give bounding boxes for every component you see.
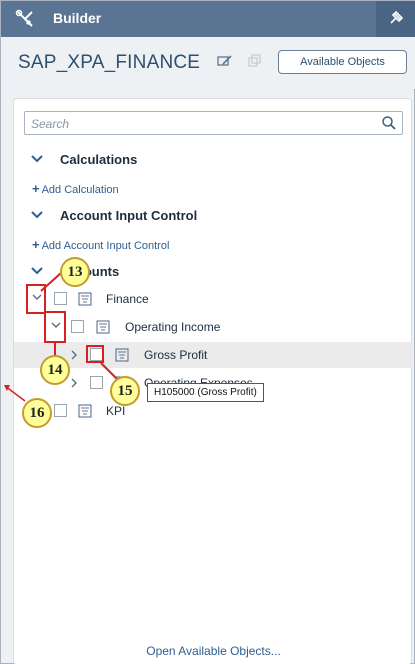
builder-top-bar: Builder	[1, 1, 415, 37]
plus-icon: +	[32, 181, 40, 196]
tree-label: Finance	[106, 292, 149, 306]
objects-panel: Search Calculations + Add Calculation Acc…	[13, 98, 413, 664]
wrench-screwdriver-icon[interactable]	[15, 9, 35, 29]
chevron-down-icon[interactable]	[31, 211, 43, 219]
add-account-input-control-link[interactable]: + Add Account Input Control	[32, 237, 169, 252]
chevron-down-icon[interactable]	[31, 155, 43, 163]
highlight-box-15	[86, 345, 104, 363]
chevron-right-icon[interactable]	[71, 350, 78, 360]
search-icon[interactable]	[381, 115, 397, 131]
section-account-input-control[interactable]: Account Input Control	[14, 204, 413, 228]
checkbox[interactable]	[54, 404, 67, 417]
checkbox[interactable]	[90, 376, 103, 389]
builder-title: Builder	[53, 10, 102, 26]
tree-label: Operating Income	[125, 320, 221, 334]
copy-icon[interactable]	[248, 54, 262, 68]
hierarchy-icon	[78, 292, 92, 306]
callout-14: 14	[40, 355, 70, 385]
hierarchy-icon	[78, 404, 92, 418]
add-calculation-link[interactable]: + Add Calculation	[32, 181, 119, 196]
tree-row-gross-profit[interactable]: Gross Profit	[14, 342, 413, 368]
tree-label: KPI	[106, 404, 126, 418]
builder-panel-frame: Builder SAP_XPA_FINANCE Available Object…	[0, 0, 415, 664]
tree-label: Gross Profit	[144, 348, 208, 362]
add-calculation-label: Add Calculation	[41, 184, 119, 196]
open-available-objects-link[interactable]: Open Available Objects...	[14, 644, 413, 658]
add-account-input-control-label: Add Account Input Control	[41, 240, 170, 252]
edit-model-icon[interactable]	[217, 54, 233, 68]
hierarchy-icon	[115, 348, 129, 362]
account-tooltip: H105000 (Gross Profit)	[147, 383, 264, 402]
section-calculations[interactable]: Calculations	[14, 148, 413, 172]
callout-15: 15	[110, 376, 140, 406]
pin-button[interactable]	[376, 1, 415, 37]
pin-icon	[390, 10, 404, 24]
callout-13: 13	[60, 257, 90, 287]
highlight-box-13	[26, 284, 46, 314]
section-label: Account Input Control	[60, 208, 198, 223]
callout-16: 16	[22, 398, 52, 428]
chevron-right-icon[interactable]	[71, 378, 78, 388]
search-placeholder: Search	[31, 117, 70, 131]
tree-row-operating-income[interactable]: Operating Income	[14, 314, 413, 340]
model-header: SAP_XPA_FINANCE Available Objects	[1, 37, 415, 89]
hierarchy-icon	[96, 320, 110, 334]
section-label: Calculations	[60, 152, 138, 167]
search-input[interactable]: Search	[24, 111, 403, 135]
highlight-box-14	[44, 311, 66, 343]
available-objects-button[interactable]: Available Objects	[278, 50, 407, 74]
checkbox[interactable]	[54, 292, 67, 305]
chevron-down-icon[interactable]	[31, 267, 43, 275]
checkbox[interactable]	[71, 320, 84, 333]
plus-icon: +	[32, 237, 40, 252]
model-name: SAP_XPA_FINANCE	[18, 52, 201, 73]
tree-row-finance[interactable]: Finance	[14, 286, 413, 312]
